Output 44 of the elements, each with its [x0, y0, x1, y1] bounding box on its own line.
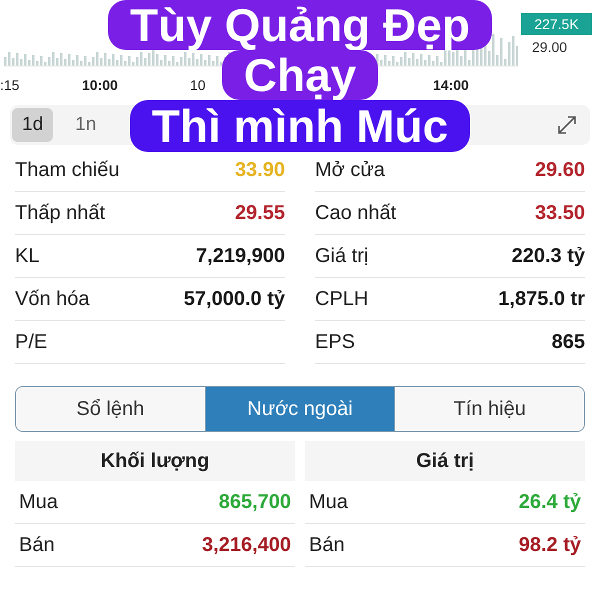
- caption-text: Thì mình Múc: [130, 100, 470, 152]
- time-label: 14:00: [433, 76, 469, 95]
- stat-label: P/E: [15, 330, 48, 355]
- timeframe-tab[interactable]: 1d: [12, 108, 54, 142]
- stat-label: Thấp nhất: [15, 201, 106, 226]
- stat-label: EPS: [315, 330, 356, 355]
- time-label: 10:00: [82, 76, 118, 95]
- foreign-value: 26.4 tỷ: [518, 490, 581, 515]
- stat-value: 33.90: [234, 158, 285, 183]
- stat-label: KL: [15, 244, 40, 269]
- time-label: :15: [0, 76, 20, 95]
- stat-label: Giá trị: [315, 244, 368, 269]
- row-label: Mua: [19, 490, 58, 515]
- column-header: Khối lượng: [15, 441, 295, 481]
- price-badge: 227.5K: [521, 13, 592, 35]
- stat-label: Vốn hóa: [15, 287, 90, 312]
- row-label: Mua: [309, 490, 348, 515]
- row-label: Bán: [19, 533, 55, 558]
- caption-text: Chạy: [222, 50, 378, 100]
- stat-value: 29.60: [534, 158, 585, 183]
- stat-value: 7,219,900: [196, 244, 285, 269]
- foreign-volume: 3,216,400: [202, 533, 291, 558]
- foreign-value: 98.2 tỷ: [518, 533, 581, 558]
- stat-label: Mở cửa: [315, 158, 385, 183]
- stat-label: CPLH: [315, 287, 368, 312]
- segment-tab[interactable]: Sổ lệnh: [16, 387, 205, 431]
- stat-value: 865: [552, 330, 585, 355]
- segment-tab[interactable]: Tín hiệu: [394, 387, 584, 431]
- caption-text: Tùy Quảng Đẹp: [108, 0, 492, 50]
- row-label: Bán: [309, 533, 345, 558]
- stat-value: 220.3 tỷ: [512, 244, 585, 269]
- stat-value: 1,875.0 tr: [498, 287, 585, 312]
- price-label: 29.00: [532, 38, 568, 57]
- stat-label: Cao nhất: [315, 201, 396, 226]
- stat-value: 57,000.0 tỷ: [184, 287, 285, 312]
- time-label: 10: [190, 76, 206, 95]
- stat-label: Tham chiếu: [15, 158, 120, 183]
- column-header: Giá trị: [305, 441, 585, 481]
- timeframe-tab[interactable]: 1n: [65, 108, 106, 142]
- stat-value: 29.55: [234, 201, 285, 226]
- expand-icon[interactable]: [556, 114, 578, 136]
- stat-value: 33.50: [534, 201, 585, 226]
- segment-tab[interactable]: Nước ngoài: [204, 387, 394, 431]
- foreign-volume: 865,700: [218, 490, 291, 515]
